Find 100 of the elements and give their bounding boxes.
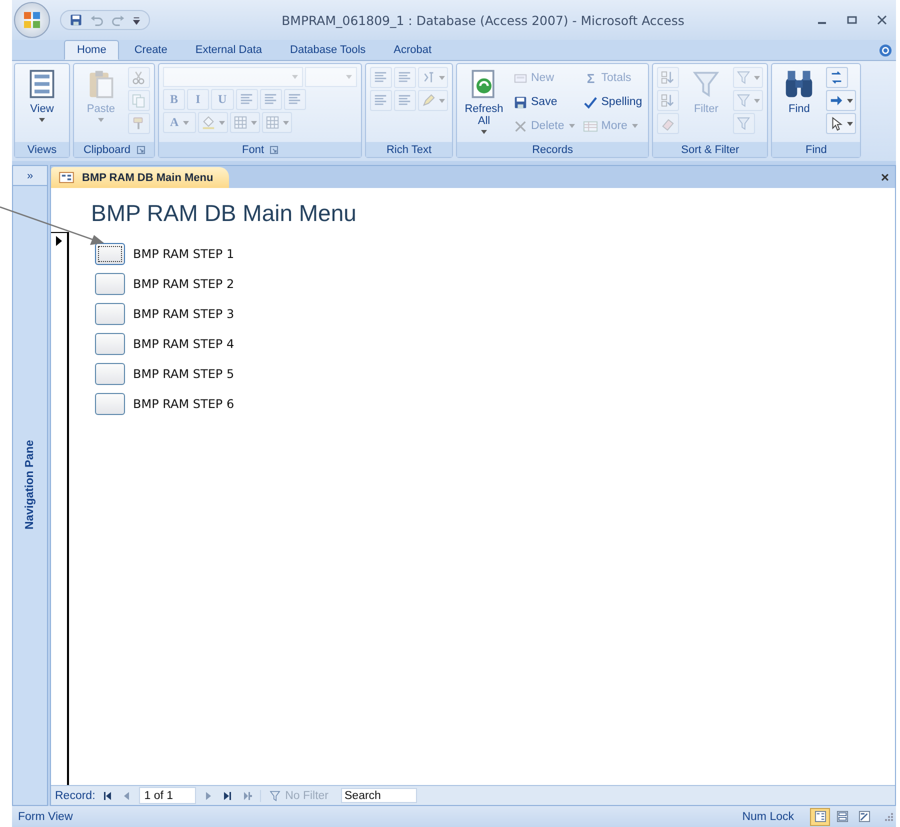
icon-button[interactable] — [826, 113, 856, 134]
align-icon — [397, 93, 412, 108]
caret-icon — [182, 120, 189, 124]
group-label: Sort & Filter — [681, 144, 740, 156]
design-view-icon — [858, 811, 870, 822]
status-text: Form View — [18, 810, 73, 822]
layout-view-icon — [836, 811, 848, 822]
customize-icon[interactable] — [132, 16, 141, 24]
table-icon — [583, 118, 598, 134]
ribbon-tab[interactable]: Home — [64, 40, 120, 60]
command-label: BMP RAM STEP 1 — [133, 247, 234, 261]
command-label: BMP RAM STEP 6 — [133, 397, 234, 411]
funnel-icon — [691, 69, 722, 99]
sort-icon — [660, 70, 676, 85]
grid-icon — [264, 115, 280, 130]
cross-icon — [513, 118, 528, 134]
save-icon[interactable] — [69, 13, 83, 27]
resize-grip-icon[interactable] — [884, 812, 894, 822]
caret-icon — [481, 130, 487, 134]
command-label: BMP RAM STEP 2 — [133, 277, 234, 291]
navigation-pane-label: Navigation Pane — [24, 440, 36, 530]
align-icon — [262, 92, 278, 107]
caret-icon — [218, 120, 225, 124]
arrow-icon — [829, 93, 844, 108]
sort-icon — [660, 93, 676, 108]
group-label: Find — [805, 144, 827, 156]
caret-icon — [754, 98, 760, 102]
caret-icon — [439, 98, 445, 102]
form-icon — [27, 69, 57, 99]
command-button[interactable] — [95, 243, 125, 265]
record-position-field[interactable]: 1 of 1 — [139, 787, 196, 804]
current-record-icon — [56, 236, 62, 246]
ribbon-tab[interactable]: Database Tools — [277, 40, 379, 60]
maximize-icon[interactable] — [846, 14, 858, 26]
document-tab[interactable]: BMP RAM DB Main Menu — [51, 167, 230, 188]
caret-icon — [292, 75, 298, 79]
ribbon-button[interactable]: View — [19, 67, 65, 124]
close-icon[interactable] — [876, 14, 888, 26]
align-icon — [373, 70, 388, 85]
tab-label: BMP RAM DB Main Menu — [82, 172, 214, 184]
icon-button[interactable] — [826, 67, 848, 88]
command-label: BMP RAM STEP 4 — [133, 337, 234, 351]
record-selector[interactable] — [51, 232, 69, 785]
caret-icon — [632, 124, 638, 128]
caret-icon — [39, 118, 45, 122]
icon-button[interactable] — [826, 90, 856, 111]
command-label: BMP RAM STEP 5 — [133, 367, 234, 381]
group-label: Clipboard — [83, 144, 131, 156]
align-icon — [238, 92, 254, 107]
last-icon — [224, 792, 232, 800]
caret-icon — [847, 98, 854, 102]
ribbon-tab[interactable]: Acrobat — [380, 40, 445, 60]
funnel-icon — [736, 116, 752, 131]
ribbon-button[interactable]: Find — [776, 67, 822, 117]
expand-button[interactable]: » — [13, 166, 47, 186]
caret-icon — [754, 76, 760, 80]
group-label: Views — [27, 144, 57, 156]
office-logo-icon — [22, 10, 42, 30]
form-view-icon — [814, 811, 826, 822]
new-record-icon — [244, 792, 252, 800]
eraser-icon — [660, 116, 676, 131]
caret-icon — [439, 76, 445, 80]
help-icon[interactable] — [879, 44, 892, 56]
undo-icon[interactable] — [90, 13, 104, 27]
launcher-icon[interactable] — [136, 146, 145, 154]
ribbon-button[interactable]: Spelling — [581, 91, 644, 113]
group-label: Rich Text — [386, 144, 432, 156]
ribbon-tab[interactable]: Create — [121, 40, 180, 60]
align-icon — [286, 92, 302, 107]
redo-icon[interactable] — [111, 13, 125, 27]
funnel-icon — [736, 70, 752, 85]
ribbon-button[interactable]: Save — [511, 91, 560, 113]
ribbon-button[interactable]: Refresh All — [461, 67, 507, 136]
office-button[interactable] — [14, 2, 50, 38]
first-icon — [103, 792, 112, 800]
group-label: Font — [242, 144, 264, 156]
form-title: BMP RAM DB Main Menu — [90, 199, 358, 228]
caret-icon — [847, 122, 854, 126]
grid-icon — [232, 115, 248, 130]
align-icon — [397, 70, 412, 85]
bucket-icon — [200, 115, 216, 130]
caret-icon — [282, 120, 289, 124]
previous-icon — [123, 792, 132, 800]
caret-icon — [569, 124, 576, 128]
launcher-icon[interactable] — [270, 146, 278, 154]
num-lock-indicator: Num Lock — [742, 810, 794, 822]
group-label: Records — [532, 144, 574, 156]
caret-icon — [250, 120, 257, 124]
align-icon — [373, 93, 388, 108]
navigation-pane[interactable]: » Navigation Pane — [12, 165, 48, 806]
close-button[interactable]: × — [874, 168, 895, 186]
form-view-button[interactable] — [810, 808, 830, 826]
form-icon — [59, 172, 74, 183]
record-label: Record: — [55, 790, 96, 802]
ribbon-tab[interactable]: External Data — [182, 40, 276, 60]
binoculars-icon — [784, 69, 814, 99]
search-field[interactable]: Search — [340, 788, 417, 803]
caret-icon — [98, 118, 104, 122]
funnel-icon — [269, 790, 282, 802]
pen-icon — [421, 93, 436, 108]
